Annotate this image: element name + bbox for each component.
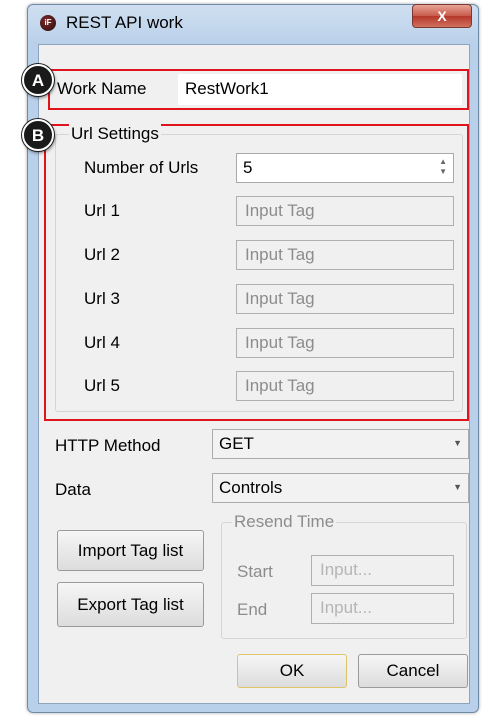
url-1-label: Url 1 xyxy=(84,201,120,220)
url-2-input[interactable]: Input Tag xyxy=(236,240,454,270)
url-1-input[interactable]: Input Tag xyxy=(236,196,454,226)
url-5-input[interactable]: Input Tag xyxy=(236,371,454,401)
start-input[interactable]: Input... xyxy=(311,555,454,586)
cancel-button[interactable]: Cancel xyxy=(358,654,468,688)
annotation-badge-b: B xyxy=(22,119,54,151)
work-name-label: Work Name xyxy=(57,79,147,98)
start-label: Start xyxy=(237,562,273,581)
app-icon: iF xyxy=(40,15,56,31)
data-select[interactable]: Controls ▼ xyxy=(212,473,469,503)
chevron-down-icon: ▼ xyxy=(453,482,462,492)
number-of-urls-label: Number of Urls xyxy=(84,158,199,177)
data-label: Data xyxy=(55,480,91,499)
spinner-arrows-icon[interactable]: ▲ ▼ xyxy=(439,157,447,177)
end-label: End xyxy=(237,600,268,619)
annotation-badge-a: A xyxy=(22,64,54,96)
http-method-label: HTTP Method xyxy=(55,436,161,455)
chevron-down-icon: ▼ xyxy=(453,438,462,448)
url-4-label: Url 4 xyxy=(84,333,120,352)
url-3-input[interactable]: Input Tag xyxy=(236,284,454,314)
http-method-select[interactable]: GET ▼ xyxy=(212,429,469,459)
work-name-input[interactable]: RestWork1 xyxy=(178,74,462,105)
end-input[interactable]: Input... xyxy=(311,593,454,624)
export-tag-list-button[interactable]: Export Tag list xyxy=(57,582,204,627)
import-tag-list-button[interactable]: Import Tag list xyxy=(57,530,204,571)
url-3-label: Url 3 xyxy=(84,289,120,308)
close-button[interactable]: X xyxy=(412,4,472,28)
url-settings-legend: Url Settings xyxy=(69,124,161,144)
url-2-label: Url 2 xyxy=(84,245,120,264)
ok-button[interactable]: OK xyxy=(237,654,347,688)
data-value: Controls xyxy=(219,478,283,497)
close-icon: X xyxy=(437,8,447,24)
number-of-urls-spinner[interactable]: 5 ▲ ▼ xyxy=(236,153,454,183)
window-title: REST API work xyxy=(66,13,183,32)
resend-time-legend: Resend Time xyxy=(232,512,337,532)
url-4-input[interactable]: Input Tag xyxy=(236,328,454,358)
number-of-urls-value: 5 xyxy=(243,158,253,177)
http-method-value: GET xyxy=(219,434,254,453)
url-5-label: Url 5 xyxy=(84,376,120,395)
